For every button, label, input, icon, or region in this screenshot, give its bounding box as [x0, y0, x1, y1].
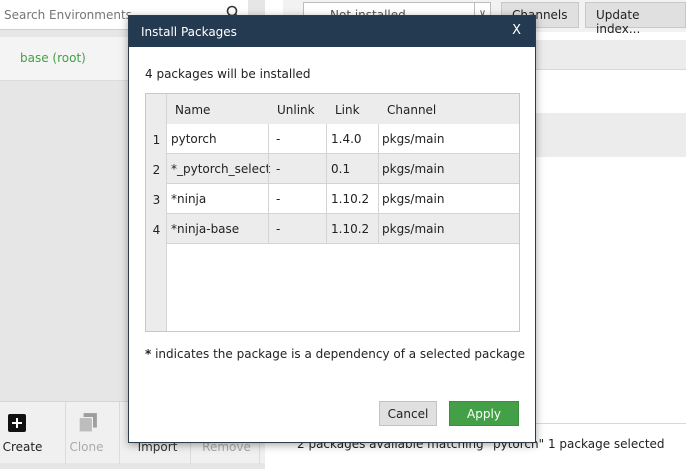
column-header-link: Link: [335, 103, 360, 117]
cell-name: *ninja-base: [171, 222, 240, 236]
cell-link: 1.10.2: [331, 222, 370, 236]
table-row: 4 *ninja-base - 1.10.2 pkgs/main: [146, 214, 519, 244]
clone-label: Clone: [69, 440, 104, 454]
cell-unlink: -: [276, 222, 281, 236]
row-cells: *ninja - 1.10.2 pkgs/main: [167, 184, 519, 214]
cell-link: 0.1: [331, 162, 351, 176]
row-number: 3: [152, 193, 161, 207]
column-header-name: Name: [175, 103, 211, 117]
install-packages-dialog: Install Packages X 4 packages will be in…: [128, 15, 536, 443]
close-button[interactable]: X: [512, 23, 521, 38]
dependency-note: * indicates the package is a dependency …: [145, 347, 525, 361]
row-number: 1: [152, 133, 161, 147]
column-header-unlink: Unlink: [277, 103, 315, 117]
row-cells: pytorch - 1.4.0 pkgs/main: [167, 124, 519, 154]
dependency-note-text: indicates the package is a dependency of…: [151, 347, 526, 361]
table-row: 1 pytorch - 1.4.0 pkgs/main: [146, 124, 519, 154]
table-header: Name Unlink Link Channel: [167, 94, 519, 124]
clone-button[interactable]: Clone: [54, 402, 120, 464]
table-row: 2 *_pytorch_select - 0.1 pkgs/main: [146, 154, 519, 184]
row-number: 2: [152, 163, 161, 177]
dialog-title: Install Packages: [141, 25, 237, 39]
cell-channel: pkgs/main: [382, 162, 445, 176]
install-packages-table: Name Unlink Link Channel 1 pytorch - 1.4…: [145, 93, 520, 332]
row-cells: *_pytorch_select - 0.1 pkgs/main: [167, 154, 519, 184]
plus-box-icon: [7, 414, 26, 432]
cell-name: *_pytorch_select: [171, 162, 271, 176]
install-summary-message: 4 packages will be installed: [145, 67, 311, 81]
update-index-button[interactable]: Update index...: [585, 2, 686, 36]
cell-channel: pkgs/main: [382, 192, 445, 206]
cell-unlink: -: [276, 132, 281, 146]
apply-button[interactable]: Apply: [449, 401, 519, 426]
row-cells: *ninja-base - 1.10.2 pkgs/main: [167, 214, 519, 244]
cell-link: 1.10.2: [331, 192, 370, 206]
cell-channel: pkgs/main: [382, 222, 445, 236]
cell-name: pytorch: [171, 132, 217, 146]
column-header-channel: Channel: [387, 103, 437, 117]
cell-unlink: -: [276, 162, 281, 176]
cell-name: *ninja: [171, 192, 207, 206]
table-row: 3 *ninja - 1.10.2 pkgs/main: [146, 184, 519, 214]
row-number: 4: [152, 223, 161, 237]
cell-link: 1.4.0: [331, 132, 362, 146]
clone-icon: [78, 413, 97, 432]
cancel-button[interactable]: Cancel: [379, 401, 437, 426]
environment-item-base[interactable]: base (root): [20, 51, 86, 65]
cell-unlink: -: [276, 192, 281, 206]
cell-channel: pkgs/main: [382, 132, 445, 146]
dialog-title-bar: Install Packages X: [129, 16, 535, 47]
